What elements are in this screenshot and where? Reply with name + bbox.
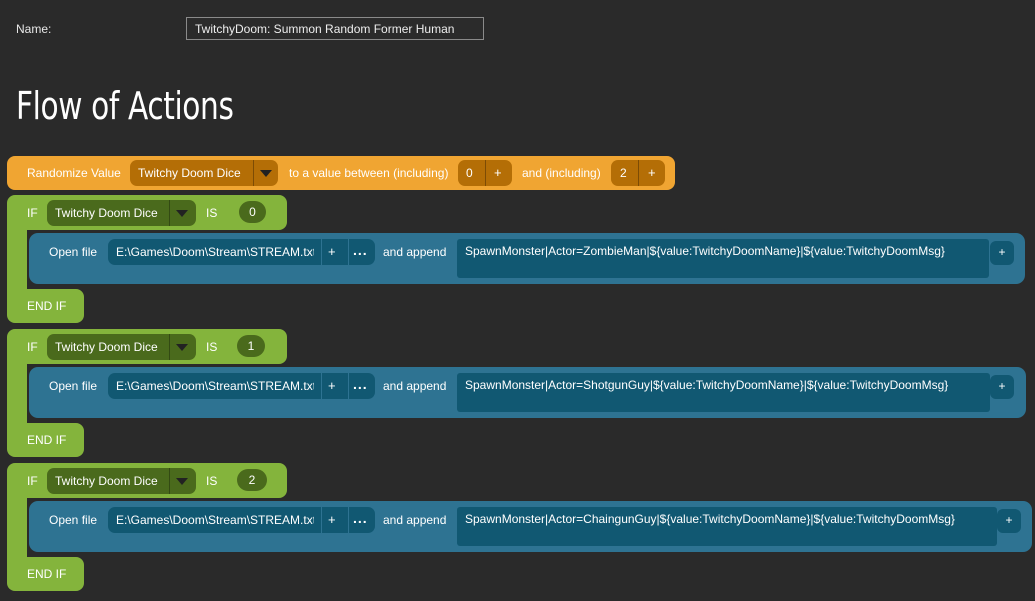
is-label: IS [206,206,218,220]
append-label: and append [383,379,447,393]
file-plus-button[interactable]: + [328,378,336,393]
condition-variable-value: Twitchy Doom Dice [55,340,158,354]
file-plus-button[interactable]: + [328,244,336,259]
append-text-value: SpawnMonster|Actor=ChaingunGuy|${value:T… [465,512,955,526]
condition-value[interactable]: 0 [239,201,266,223]
is-label: IS [206,474,218,488]
min-plus-button[interactable]: + [494,165,502,180]
chevron-down-icon[interactable] [176,478,188,485]
condition-variable-dropdown[interactable]: Twitchy Doom Dice [47,468,196,494]
max-value-field[interactable]: 2 + [611,160,665,186]
file-path-value[interactable]: E:\Games\Doom\Stream\STREAM.txt [116,245,314,259]
if-block-2[interactable]: IF Twitchy Doom Dice IS 2 Open file E:\G… [7,463,1035,591]
open-file-action[interactable]: Open file E:\Games\Doom\Stream\STREAM.tx… [29,367,1026,418]
file-plus-button[interactable]: + [328,512,336,527]
is-label: IS [206,340,218,354]
end-if-label: END IF [27,433,67,447]
append-text-field[interactable]: SpawnMonster|Actor=ShotgunGuy|${value:Tw… [457,373,990,412]
file-path-field[interactable]: E:\Games\Doom\Stream\STREAM.txt + ... [108,507,375,533]
open-file-label: Open file [49,513,98,527]
if-label: IF [27,474,38,488]
end-if-block[interactable]: END IF [7,289,84,323]
end-if-label: END IF [27,567,67,581]
if-label: IF [27,340,38,354]
file-path-value[interactable]: E:\Games\Doom\Stream\STREAM.txt [116,379,314,393]
variable-dropdown[interactable]: Twitchy Doom Dice [130,160,278,186]
min-value: 0 [466,166,473,180]
append-plus-button[interactable]: + [990,241,1014,265]
end-if-label: END IF [27,299,67,313]
condition-value[interactable]: 2 [237,469,267,491]
append-text-field[interactable]: SpawnMonster|Actor=ZombieMan|${value:Twi… [457,239,989,278]
name-input[interactable] [186,17,484,40]
end-if-block[interactable]: END IF [7,423,84,457]
chevron-down-icon[interactable] [260,170,272,177]
max-value: 2 [620,166,627,180]
open-file-action[interactable]: Open file E:\Games\Doom\Stream\STREAM.tx… [29,501,1032,552]
condition-variable-value: Twitchy Doom Dice [55,206,158,220]
min-value-field[interactable]: 0 + [458,160,512,186]
if-header[interactable]: IF Twitchy Doom Dice IS 2 [7,463,287,498]
if-block-1[interactable]: IF Twitchy Doom Dice IS 1 Open file E:\G… [7,329,1035,457]
randomize-label: Randomize Value [27,166,121,180]
file-path-value[interactable]: E:\Games\Doom\Stream\STREAM.txt [116,513,314,527]
append-label: and append [383,513,447,527]
file-path-field[interactable]: E:\Games\Doom\Stream\STREAM.txt + ... [108,239,375,265]
chevron-down-icon[interactable] [176,210,188,217]
append-text-field[interactable]: SpawnMonster|Actor=ChaingunGuy|${value:T… [457,507,997,546]
file-browse-button[interactable]: ... [353,242,368,258]
end-if-block[interactable]: END IF [7,557,84,591]
if-header[interactable]: IF Twitchy Doom Dice IS 1 [7,329,287,364]
between-label: to a value between (including) [289,166,449,180]
append-plus-button[interactable]: + [990,375,1014,399]
file-path-field[interactable]: E:\Games\Doom\Stream\STREAM.txt + ... [108,373,375,399]
condition-variable-dropdown[interactable]: Twitchy Doom Dice [47,200,196,226]
open-file-action[interactable]: Open file E:\Games\Doom\Stream\STREAM.tx… [29,233,1025,284]
max-plus-button[interactable]: + [648,165,656,180]
randomize-block[interactable]: Randomize Value Twitchy Doom Dice to a v… [7,156,675,190]
append-text-value: SpawnMonster|Actor=ShotgunGuy|${value:Tw… [465,378,949,392]
condition-variable-value: Twitchy Doom Dice [55,474,158,488]
append-text-value: SpawnMonster|Actor=ZombieMan|${value:Twi… [465,244,945,258]
if-label: IF [27,206,38,220]
if-block-0[interactable]: IF Twitchy Doom Dice IS 0 Open file E:\G… [7,195,1035,323]
append-plus-button[interactable]: + [997,509,1021,533]
and-label: and (including) [522,166,601,180]
open-file-label: Open file [49,245,98,259]
name-label: Name: [16,22,52,36]
append-label: and append [383,245,447,259]
section-title: Flow of Actions [16,84,234,128]
open-file-label: Open file [49,379,98,393]
condition-value[interactable]: 1 [237,335,265,357]
if-header[interactable]: IF Twitchy Doom Dice IS 0 [7,195,287,230]
variable-dropdown-value: Twitchy Doom Dice [138,166,241,180]
chevron-down-icon[interactable] [176,344,188,351]
file-browse-button[interactable]: ... [353,510,368,526]
condition-variable-dropdown[interactable]: Twitchy Doom Dice [47,334,196,360]
file-browse-button[interactable]: ... [353,376,368,392]
